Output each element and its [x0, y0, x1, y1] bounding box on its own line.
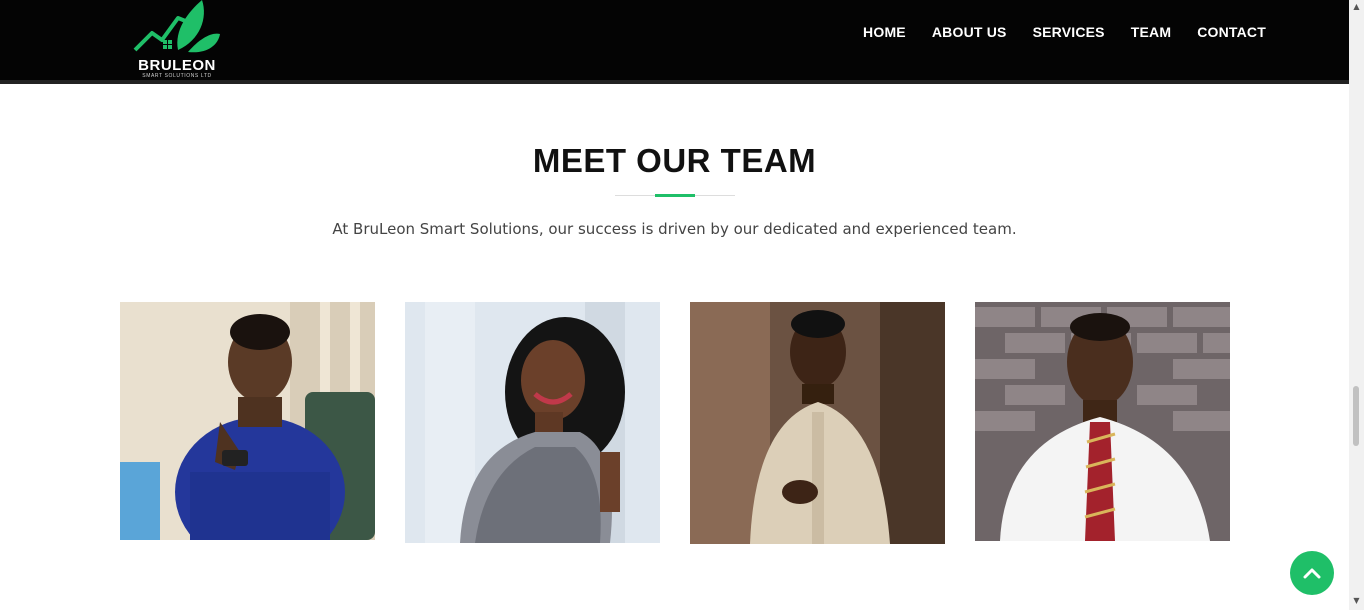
- nav-home[interactable]: HOME: [863, 24, 906, 40]
- page-scrollbar[interactable]: [1349, 0, 1364, 610]
- brand-name: BRULEON: [138, 57, 216, 74]
- team-member-card-3[interactable]: [690, 302, 945, 544]
- nav-services[interactable]: SERVICES: [1033, 24, 1105, 40]
- nav-contact[interactable]: CONTACT: [1197, 24, 1266, 40]
- scroll-down-arrow-icon[interactable]: ▼: [1350, 596, 1363, 608]
- scrollbar-thumb[interactable]: [1353, 386, 1359, 446]
- section-title: MEET OUR TEAM: [532, 142, 817, 179]
- team-member-photo-3: [690, 302, 945, 544]
- team-member-card-4[interactable]: [975, 302, 1230, 541]
- title-divider-accent: [655, 194, 695, 197]
- team-member-card-2[interactable]: [405, 302, 660, 543]
- brand-tagline: SMART SOLUTIONS LTD: [142, 73, 212, 79]
- team-member-card-1[interactable]: [120, 302, 375, 540]
- nav-about-us[interactable]: ABOUT US: [932, 24, 1007, 40]
- team-member-photo-2: [405, 302, 660, 543]
- team-member-photo-4: [975, 302, 1230, 541]
- chevron-up-icon: [1303, 568, 1321, 579]
- team-member-photo-1: [120, 302, 375, 540]
- nav-team[interactable]: TEAM: [1131, 24, 1171, 40]
- scroll-up-arrow-icon[interactable]: ▲: [1350, 2, 1363, 14]
- scroll-to-top-button[interactable]: [1290, 551, 1334, 595]
- section-subtitle: At BruLeon Smart Solutions, our success …: [332, 220, 1017, 238]
- site-header: BRULEON SMART SOLUTIONS LTD HOME ABOUT U…: [0, 0, 1349, 84]
- main-nav: HOME ABOUT US SERVICES TEAM CONTACT: [863, 24, 1266, 40]
